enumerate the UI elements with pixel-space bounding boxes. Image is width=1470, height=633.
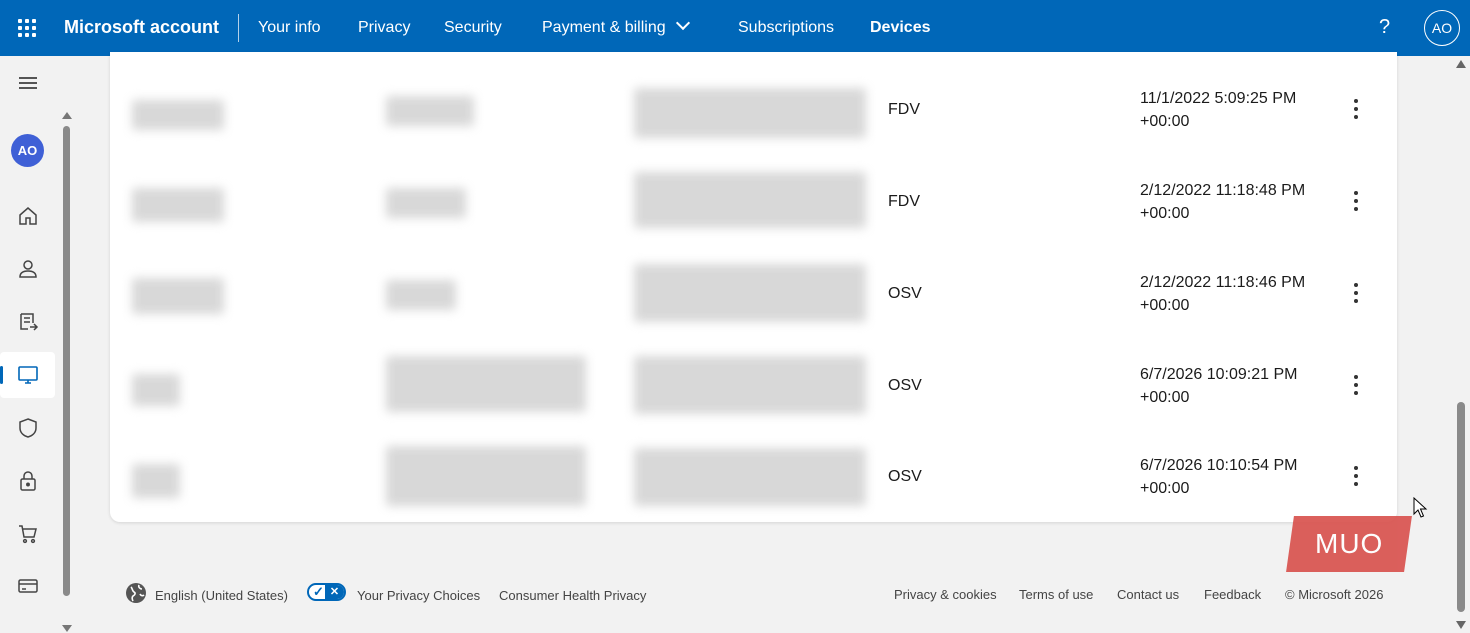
device-date-time: 2/12/2022 11:18:46 PM — [1140, 274, 1306, 291]
side-avatar[interactable]: AO — [11, 134, 44, 167]
device-date-offset: +00:00 — [1140, 113, 1190, 130]
device-date-time: 2/12/2022 11:18:48 PM — [1140, 182, 1306, 199]
side-active-indicator — [0, 366, 3, 384]
device-date-time: 11/1/2022 5:09:25 PM — [1140, 90, 1297, 107]
copyright: © Microsoft 2026 — [1285, 587, 1384, 602]
devices-icon[interactable] — [16, 363, 40, 387]
nav-your-info[interactable]: Your info — [258, 19, 321, 37]
device-date-offset: +00:00 — [1140, 205, 1190, 222]
nav-security[interactable]: Security — [444, 19, 502, 37]
page-scroll-up-icon[interactable] — [1456, 60, 1466, 68]
device-type: FDV — [888, 193, 920, 210]
redacted-cell — [132, 278, 224, 314]
redacted-cell — [386, 280, 456, 310]
device-date: 11/1/2022 5:09:25 PM +00:00 — [1140, 87, 1296, 133]
brand-divider — [238, 14, 239, 42]
redacted-cell — [386, 446, 586, 506]
shield-icon[interactable] — [16, 416, 40, 440]
brand-title[interactable]: Microsoft account — [64, 17, 219, 38]
billing-icon[interactable] — [16, 310, 40, 334]
redacted-cell — [634, 448, 866, 506]
more-options-icon[interactable] — [1348, 373, 1364, 397]
page-scroll-down-icon[interactable] — [1456, 621, 1466, 629]
redacted-cell — [634, 172, 866, 228]
help-icon[interactable]: ? — [1379, 16, 1390, 39]
more-options-icon[interactable] — [1348, 189, 1364, 213]
device-date-time: 6/7/2026 10:09:21 PM — [1140, 366, 1298, 383]
redacted-cell — [634, 264, 866, 322]
device-type: OSV — [888, 468, 922, 485]
device-date-offset: +00:00 — [1140, 480, 1190, 497]
chevron-down-icon — [675, 15, 690, 31]
device-date: 6/7/2026 10:09:21 PM +00:00 — [1140, 363, 1297, 409]
device-date: 2/12/2022 11:18:46 PM +00:00 — [1140, 271, 1305, 317]
mouse-cursor-icon — [1413, 496, 1429, 519]
cart-icon[interactable] — [16, 522, 40, 546]
redacted-cell — [132, 464, 180, 498]
home-icon[interactable] — [16, 204, 40, 228]
side-nav: AO — [0, 56, 56, 633]
table-row: FDV 2/12/2022 11:18:48 PM +00:00 — [110, 172, 1397, 270]
redacted-cell — [634, 88, 866, 138]
sidebar-scroll-down-icon[interactable] — [62, 625, 72, 632]
table-row: OSV 6/7/2026 10:10:54 PM +00:00 — [110, 446, 1397, 546]
device-type: OSV — [888, 285, 922, 302]
device-date-time: 6/7/2026 10:10:54 PM — [1140, 457, 1298, 474]
table-row: OSV 2/12/2022 11:18:46 PM +00:00 — [110, 264, 1397, 362]
globe-icon — [124, 581, 148, 605]
lock-icon[interactable] — [16, 469, 40, 493]
terms-of-use-link[interactable]: Terms of use — [1019, 587, 1093, 602]
redacted-cell — [386, 96, 474, 126]
language-selector[interactable]: English (United States) — [155, 588, 288, 603]
redacted-cell — [132, 188, 224, 222]
device-date-offset: +00:00 — [1140, 297, 1190, 314]
nav-payment-billing-label: Payment & billing — [542, 19, 666, 36]
more-options-icon[interactable] — [1348, 281, 1364, 305]
nav-privacy[interactable]: Privacy — [358, 19, 410, 37]
contact-us-link[interactable]: Contact us — [1117, 587, 1179, 602]
sidebar-scrollbar[interactable] — [63, 126, 70, 596]
app-launcher-icon[interactable] — [18, 19, 36, 37]
device-date: 2/12/2022 11:18:48 PM +00:00 — [1140, 179, 1305, 225]
more-options-icon[interactable] — [1348, 464, 1364, 488]
sidebar-scroll-up-icon[interactable] — [62, 112, 72, 119]
watermark-text: MUO — [1314, 528, 1384, 559]
feedback-link[interactable]: Feedback — [1204, 587, 1261, 602]
device-type: OSV — [888, 377, 922, 394]
nav-subscriptions[interactable]: Subscriptions — [738, 19, 834, 37]
nav-devices[interactable]: Devices — [870, 19, 931, 37]
top-bar: Microsoft account Your info Privacy Secu… — [0, 0, 1470, 56]
device-date-offset: +00:00 — [1140, 389, 1190, 406]
consumer-health-privacy-link[interactable]: Consumer Health Privacy — [499, 588, 646, 603]
menu-icon[interactable] — [19, 77, 37, 89]
person-icon[interactable] — [16, 257, 40, 281]
device-history-card: FDV 11/1/2022 5:09:25 PM +00:00 FDV 2/12… — [110, 52, 1397, 522]
redacted-cell — [634, 356, 866, 414]
redacted-cell — [132, 100, 224, 130]
account-avatar[interactable]: AO — [1424, 10, 1460, 46]
footer: English (United States) ✓ ✕ Your Privacy … — [0, 576, 1470, 616]
table-row: FDV 11/1/2022 5:09:25 PM +00:00 — [110, 86, 1397, 178]
device-type: FDV — [888, 101, 920, 118]
watermark-logo: MUO — [1286, 516, 1412, 572]
nav-payment-billing[interactable]: Payment & billing — [542, 15, 690, 37]
privacy-cookies-link[interactable]: Privacy & cookies — [894, 587, 997, 602]
redacted-cell — [386, 188, 466, 218]
device-date: 6/7/2026 10:10:54 PM +00:00 — [1140, 454, 1297, 500]
redacted-cell — [132, 374, 180, 406]
redacted-cell — [386, 356, 586, 412]
privacy-choices-icon[interactable]: ✓ ✕ — [307, 583, 346, 601]
more-options-icon[interactable] — [1348, 97, 1364, 121]
privacy-choices-link[interactable]: Your Privacy Choices — [357, 588, 480, 603]
table-row: OSV 6/7/2026 10:09:21 PM +00:00 — [110, 356, 1397, 454]
